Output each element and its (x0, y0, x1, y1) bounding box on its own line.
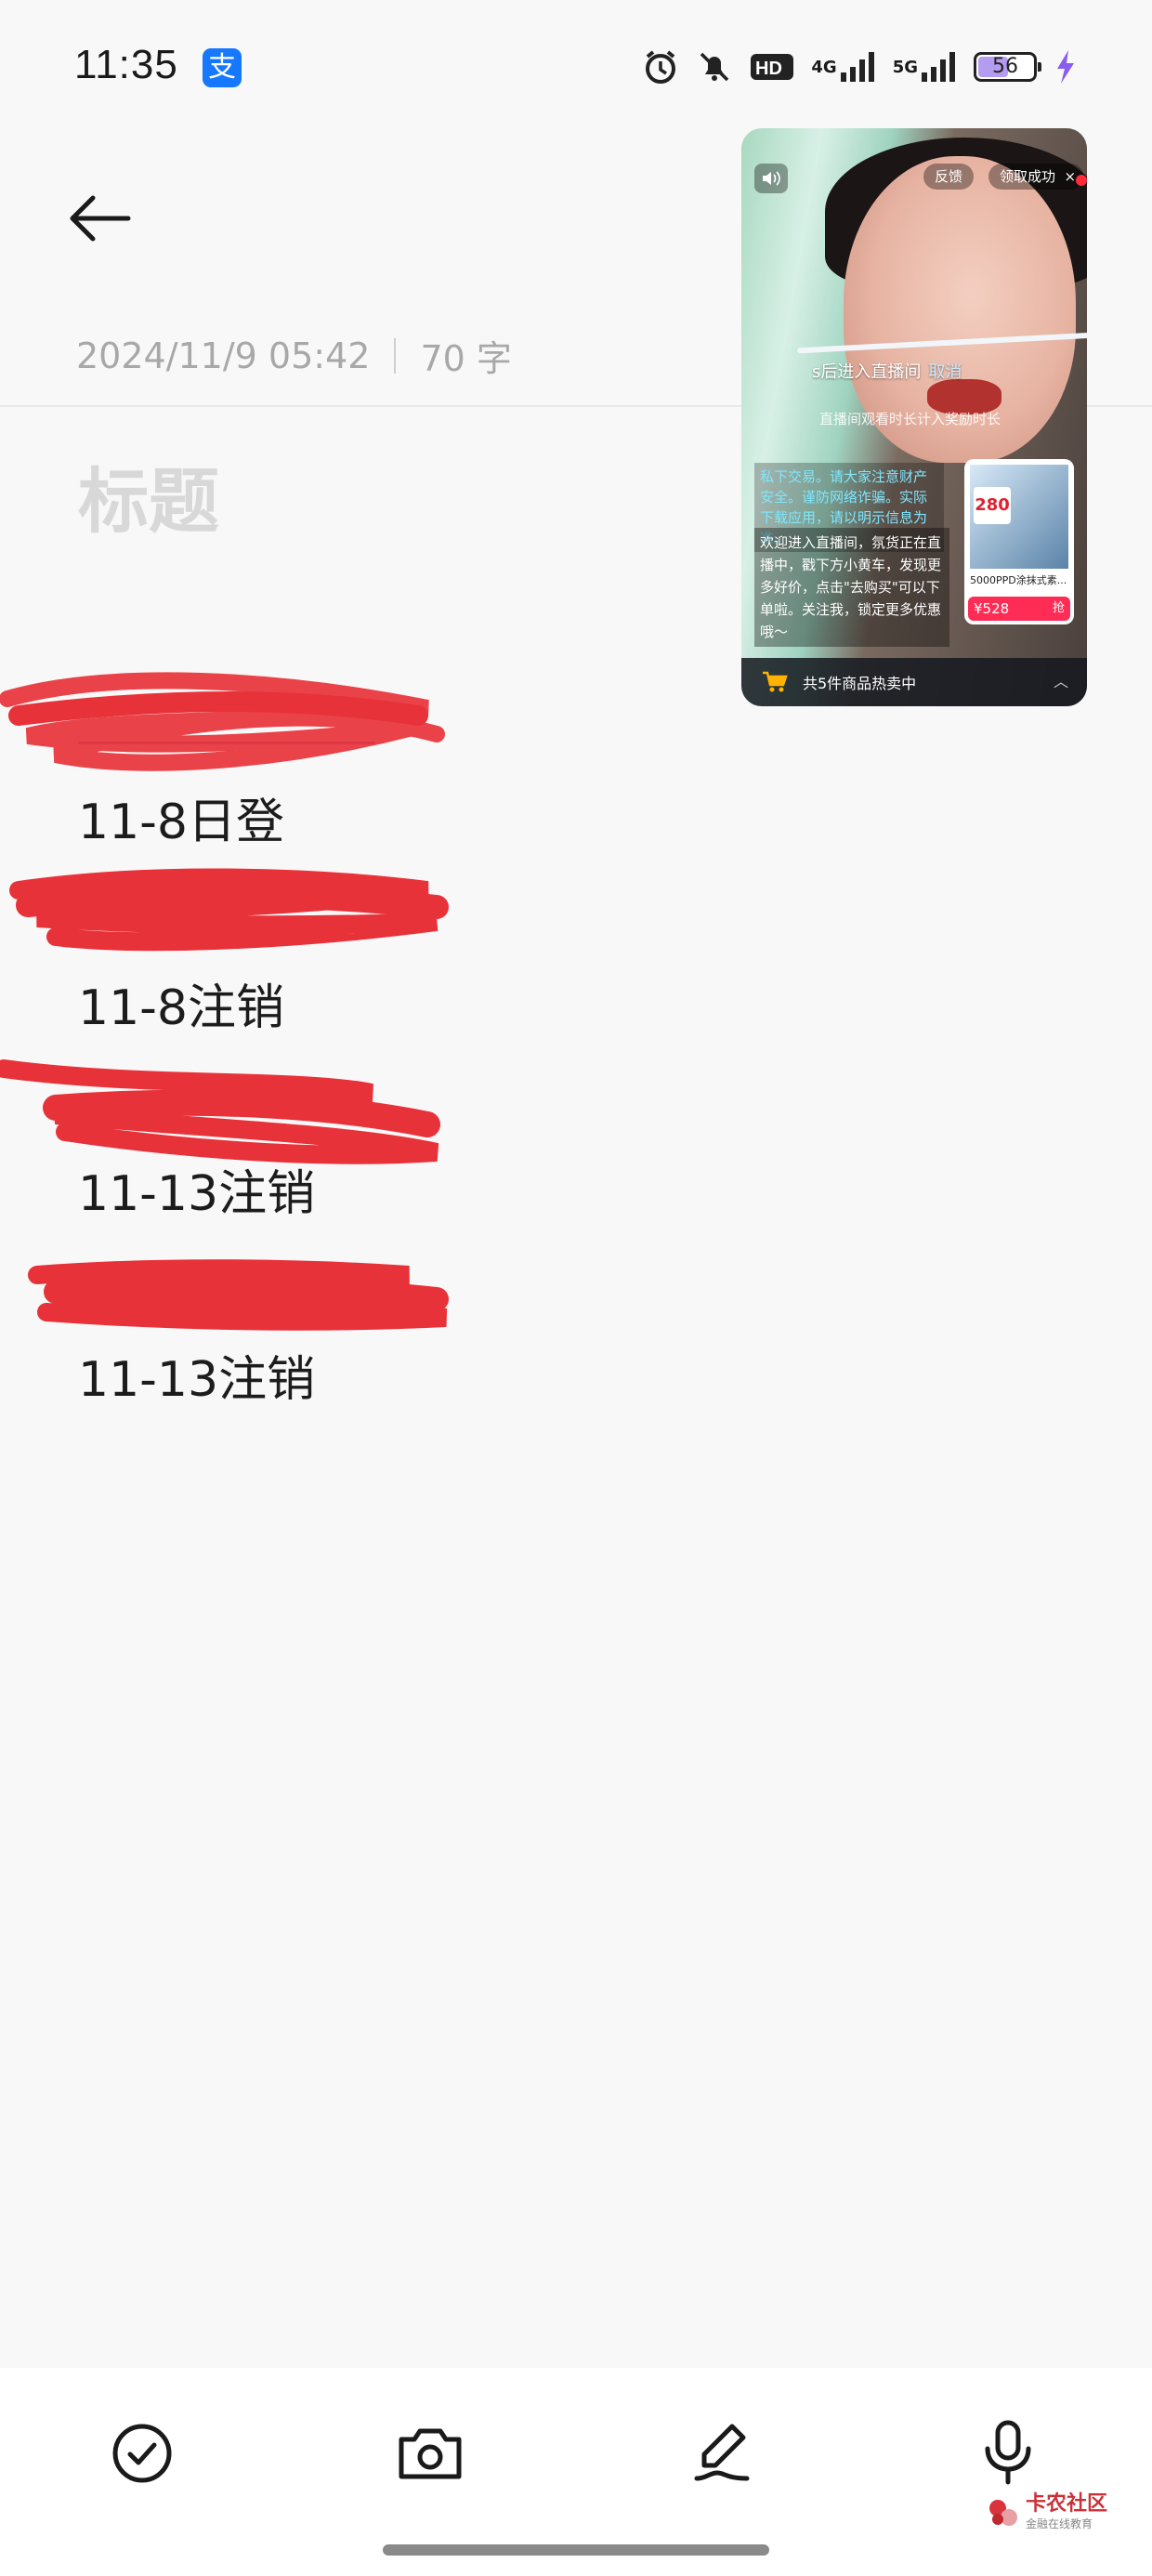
product-badge: 280 (974, 487, 1011, 524)
signal-4g-icon: 4G (811, 50, 875, 84)
alarm-icon (642, 48, 679, 85)
redaction-scribble (0, 1059, 440, 1164)
shopping-cart-bar[interactable]: 共5件商品热卖中 ︿ (741, 658, 1087, 706)
chevron-up-icon[interactable]: ︿ (1054, 669, 1068, 691)
alipay-notification-icon: 支 (203, 48, 242, 87)
camera-icon (399, 2428, 462, 2479)
checklist-icon (112, 2424, 172, 2483)
watermark-name: 卡农社区 (1026, 2492, 1108, 2516)
battery-level: 56 (992, 55, 1018, 78)
product-price: ¥528 (974, 600, 1010, 617)
status-icons: HD 4G 5G 56 (642, 45, 1078, 89)
meta-separator (394, 337, 397, 374)
sound-button[interactable] (754, 164, 788, 193)
clock: 11:35 (74, 42, 178, 87)
home-indicator[interactable] (383, 2544, 769, 2556)
word-count: 70 字 (420, 338, 512, 379)
floating-live-video[interactable]: 反馈 领取成功 × s后进入直播间 取消 直播间观看时长计入奖励时长 私下交易。请… (741, 128, 1087, 706)
checklist-button[interactable] (105, 2416, 179, 2491)
notification-dot (1076, 175, 1087, 186)
feedback-button[interactable]: 反馈 (923, 164, 975, 190)
note-line-2: 11-8注销 (78, 980, 285, 1036)
speaker-icon (763, 171, 780, 186)
note-meta: 2024/11/9 05:42 70 字 (76, 330, 512, 381)
product-name: 5000PPD涂抹式素... (970, 574, 1067, 586)
pen-icon (694, 2424, 750, 2481)
redaction-scribble (0, 672, 445, 771)
voice-input-button[interactable] (971, 2416, 1045, 2491)
note-line-1: 11-8日登 (78, 795, 285, 850)
note-line-3: 11-13注销 (78, 1166, 316, 1222)
microphone-icon (985, 2420, 1031, 2485)
redaction-scribble (9, 868, 449, 952)
charging-icon (1054, 48, 1078, 85)
cancel-link[interactable]: 取消 (928, 362, 962, 382)
svg-text:HD: HD (755, 59, 782, 79)
handwriting-button[interactable] (685, 2416, 759, 2491)
note-date: 2024/11/9 05:42 (76, 335, 371, 376)
watermark: 卡农社区 金融在线教育 (987, 2493, 1107, 2531)
welcome-message: 欢迎进入直播间，氛货正在直播中，戳下方小黄车，发现更多好价，点击"去购买"可以下… (754, 528, 949, 647)
redaction-scribble (28, 1259, 449, 1331)
buy-button[interactable]: ¥528 抢 (968, 597, 1070, 621)
camera-button[interactable] (393, 2416, 467, 2491)
grab-label: 抢 (1052, 601, 1065, 615)
claim-label: 领取成功 (1000, 168, 1056, 185)
product-card[interactable]: 280 5000PPD涂抹式素... ¥528 抢 (964, 459, 1074, 624)
watch-time-hint: 直播间观看时长计入奖励时长 (819, 411, 1001, 427)
status-bar: 11:35 支 HD 4G 5G 56 (0, 0, 1152, 139)
note-line-4: 11-13注销 (78, 1352, 316, 1408)
watermark-sub: 金融在线教育 (1026, 2517, 1093, 2530)
claim-status: 领取成功 × (988, 164, 1084, 190)
title-field[interactable]: 标题 (78, 444, 219, 546)
watermark-logo-icon (989, 2499, 1017, 2526)
arrow-left-icon (70, 195, 131, 242)
shopping-cart-icon (762, 671, 788, 697)
enter-live-prompt[interactable]: s后进入直播间 取消 (812, 359, 962, 383)
mute-bell-icon (696, 48, 733, 85)
hd-icon: HD (750, 50, 794, 84)
back-button[interactable] (67, 186, 141, 251)
signal-5g-icon: 5G (893, 50, 957, 84)
close-icon[interactable]: × (1064, 164, 1076, 190)
battery-icon: 56 (974, 52, 1041, 82)
cart-label: 共5件商品热卖中 (803, 675, 917, 692)
